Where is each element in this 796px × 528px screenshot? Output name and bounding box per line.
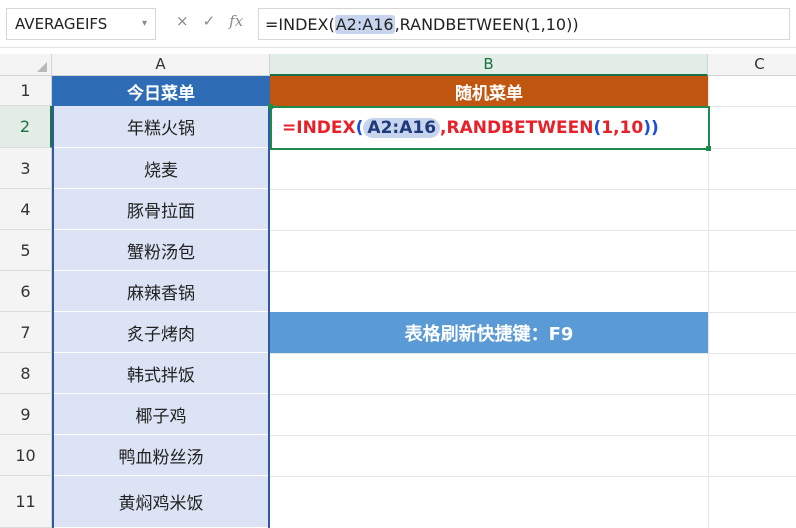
cell-a4[interactable]: 豚骨拉面 <box>52 189 270 230</box>
enter-icon[interactable]: ✓ <box>203 12 216 30</box>
cell-b2-active-formula[interactable]: =INDEX(A2:A16, RANDBETWEEN(1,10)) <box>270 106 710 150</box>
range-reference-border-left <box>52 106 54 528</box>
name-box[interactable]: AVERAGEIFS ▾ <box>6 8 156 40</box>
gridline <box>270 435 796 436</box>
row-header-10[interactable]: 10 <box>0 435 52 476</box>
cell-a7[interactable]: 炙子烤肉 <box>52 312 270 353</box>
row-header-11[interactable]: 11 <box>0 476 52 528</box>
formula-fn-randbetween: RANDBETWEEN <box>446 118 594 138</box>
formula-input[interactable]: =INDEX(A2:A16 ,RANDBETWEEN(1,10)) <box>258 8 790 40</box>
cell-a3[interactable]: 烧麦 <box>52 148 270 189</box>
cell-a6[interactable]: 麻辣香锅 <box>52 271 270 312</box>
row-header-5[interactable]: 5 <box>0 230 52 271</box>
gridline <box>270 230 796 231</box>
cell-a10[interactable]: 鸭血粉丝汤 <box>52 435 270 476</box>
cell-a11[interactable]: 黄焖鸡米饭 <box>52 476 270 528</box>
gridline <box>270 394 796 395</box>
formula-args: 1,10 <box>601 118 644 138</box>
name-box-value: AVERAGEIFS <box>15 15 108 33</box>
cell-b7-note[interactable]: 表格刷新快捷键：F9 <box>270 312 708 353</box>
column-header-a[interactable]: A <box>52 54 270 76</box>
insert-function-icon[interactable]: fx <box>229 12 243 30</box>
cell-a5[interactable]: 蟹粉汤包 <box>52 230 270 271</box>
formula-paren: ) <box>643 118 651 138</box>
gridline <box>270 476 796 477</box>
cancel-icon[interactable]: × <box>176 12 189 30</box>
formula-bar: AVERAGEIFS ▾ × ✓ fx =INDEX(A2:A16 ,RANDBE… <box>0 0 796 48</box>
gridline <box>708 148 796 149</box>
row-header-9[interactable]: 9 <box>0 394 52 435</box>
formula-fn-index: =INDEX <box>282 118 356 138</box>
row-header-8[interactable]: 8 <box>0 353 52 394</box>
row-header-2[interactable]: 2 <box>0 106 52 148</box>
chevron-down-icon[interactable]: ▾ <box>142 18 147 29</box>
fill-handle[interactable] <box>706 146 711 151</box>
formula-paren: ( <box>593 118 602 138</box>
selection-handle[interactable] <box>268 104 273 109</box>
formula-paren: ) <box>650 118 659 138</box>
select-all-corner[interactable] <box>0 54 52 76</box>
gridline <box>708 106 796 107</box>
formula-suffix: ,RANDBETWEEN(1,10)) <box>394 14 579 34</box>
column-header-c[interactable]: C <box>708 54 796 76</box>
formula-range-ref: A2:A16 <box>363 118 441 138</box>
column-header-b[interactable]: B <box>270 54 708 76</box>
row-header-7[interactable]: 7 <box>0 312 52 353</box>
formula-prefix: =INDEX( <box>265 14 335 34</box>
row-header-3[interactable]: 3 <box>0 148 52 189</box>
formula-range-highlight: A2:A16 <box>334 14 395 34</box>
gridline <box>270 189 796 190</box>
cell-a8[interactable]: 韩式拌饭 <box>52 353 270 394</box>
formula-paren: ( <box>355 118 364 138</box>
formula-bar-icons: × ✓ fx <box>176 12 243 30</box>
row-header-4[interactable]: 4 <box>0 189 52 230</box>
cell-a1-header[interactable]: 今日菜单 <box>52 76 270 106</box>
row-header-6[interactable]: 6 <box>0 271 52 312</box>
cell-b1-header[interactable]: 随机菜单 <box>270 76 708 106</box>
cell-a9[interactable]: 椰子鸡 <box>52 394 270 435</box>
cell-a2[interactable]: 年糕火锅 <box>52 106 270 148</box>
gridline <box>270 353 796 354</box>
gridline <box>270 271 796 272</box>
row-header-1[interactable]: 1 <box>0 76 52 106</box>
